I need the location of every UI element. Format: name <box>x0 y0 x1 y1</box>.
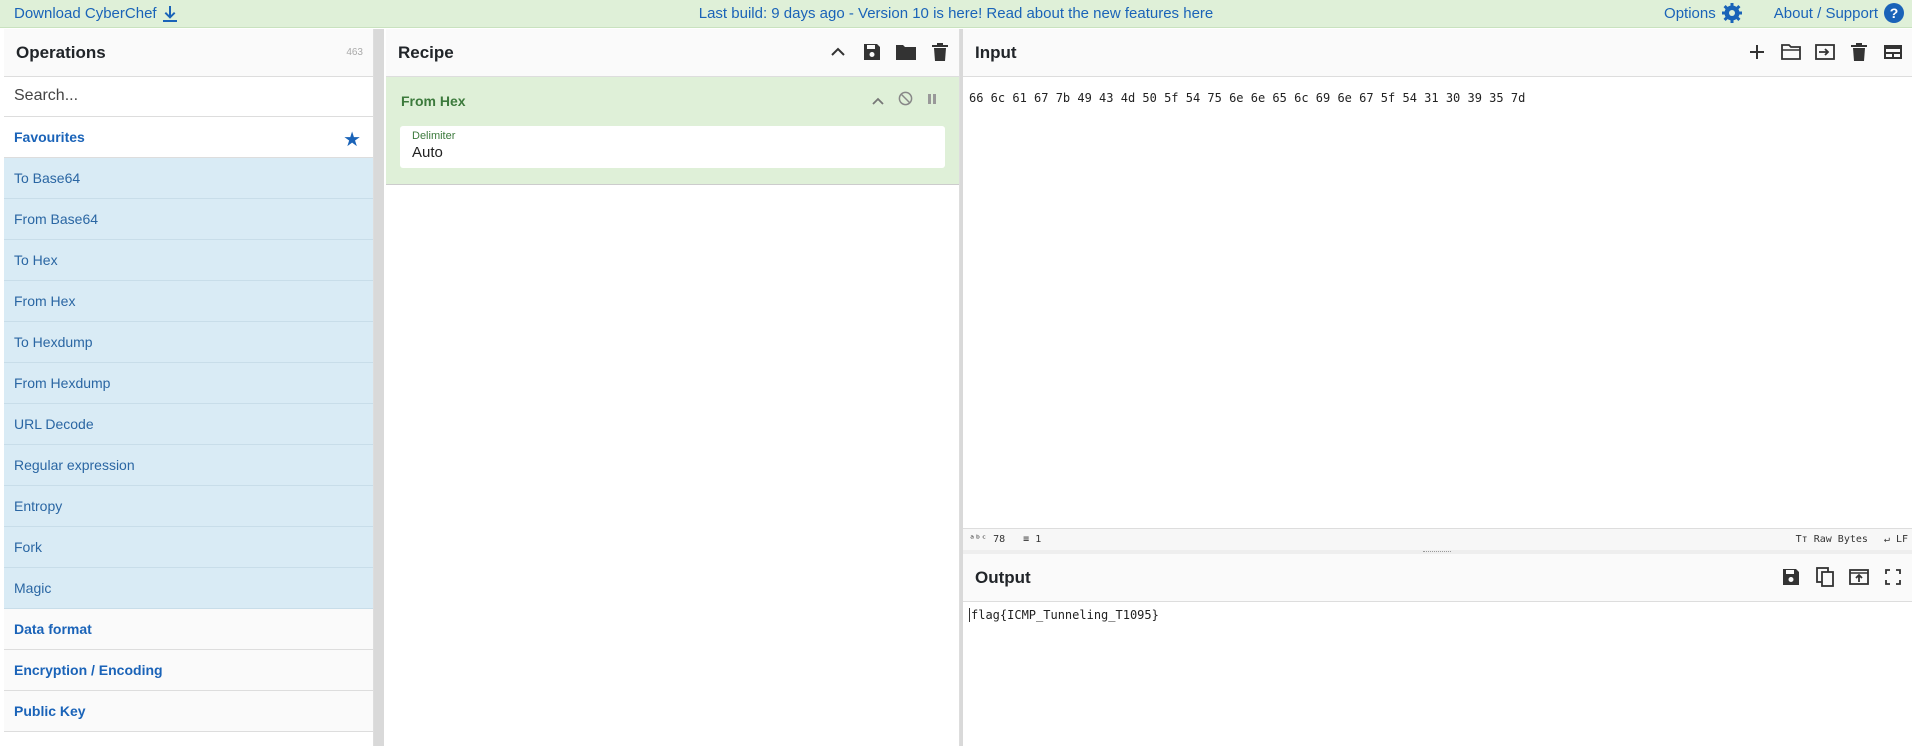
eol-value[interactable]: LF <box>1896 534 1908 545</box>
replace-input-icon[interactable] <box>1848 566 1870 588</box>
recipe-operation-from-hex[interactable]: From Hex Delimiter Auto <box>386 77 959 185</box>
trash-icon[interactable] <box>1848 41 1870 63</box>
output-text[interactable]: flag{ICMP_Tunneling_T1095} <box>969 608 1159 622</box>
recipe-title: Recipe <box>398 42 454 62</box>
op-to-hex[interactable]: To Hex <box>4 240 373 281</box>
layout-icon[interactable] <box>1882 41 1904 63</box>
encoding-selector[interactable]: Tт Raw Bytes <box>1796 534 1868 545</box>
char-count: ᵃᵇᶜ 78 <box>969 534 1005 545</box>
options-link[interactable]: Options <box>1664 5 1716 22</box>
delimiter-field[interactable]: Delimiter Auto <box>400 126 945 168</box>
folder-icon[interactable] <box>895 41 917 63</box>
input-text[interactable]: 66 6c 61 67 7b 49 43 4d 50 5f 54 75 6e 6… <box>969 91 1525 105</box>
maximize-icon[interactable] <box>1882 566 1904 588</box>
op-regular-expression[interactable]: Regular expression <box>4 445 373 486</box>
output-title: Output <box>975 567 1031 587</box>
op-from-hexdump[interactable]: From Hexdump <box>4 363 373 404</box>
io-panel: Input 66 6c 61 67 7b 49 43 4d 50 5f 54 7… <box>963 29 1912 746</box>
op-entropy[interactable]: Entropy <box>4 486 373 527</box>
delimiter-value[interactable]: Auto <box>412 144 933 161</box>
input-title: Input <box>975 42 1017 62</box>
op-to-hexdump[interactable]: To Hexdump <box>4 322 373 363</box>
category-data-format[interactable]: Data format <box>4 609 373 650</box>
recipe-header: Recipe <box>386 29 959 77</box>
lines-icon: ≡ <box>1023 534 1036 545</box>
operations-panel: Operations 463 Favourites ★ To Base64 Fr… <box>4 29 374 746</box>
splitter-grip[interactable] <box>1423 551 1451 553</box>
operations-title: Operations <box>16 42 106 62</box>
input-header: Input <box>963 29 1912 77</box>
op-from-hex[interactable]: From Hex <box>4 281 373 322</box>
op-url-decode[interactable]: URL Decode <box>4 404 373 445</box>
download-link[interactable]: Download CyberChef <box>14 5 177 22</box>
open-folder-icon[interactable] <box>1780 41 1802 63</box>
input-status-bar: ᵃᵇᶜ 78 ≡ 1 Tт Raw Bytes ↵ LF <box>963 528 1912 550</box>
category-label[interactable]: Favourites <box>14 129 85 145</box>
operations-count: 463 <box>346 47 363 58</box>
encoding-value[interactable]: Raw Bytes <box>1814 534 1868 545</box>
op-to-base64[interactable]: To Base64 <box>4 158 373 199</box>
gear-icon[interactable] <box>1721 3 1742 23</box>
eol-selector[interactable]: ↵ LF <box>1884 534 1908 545</box>
copy-icon[interactable] <box>1814 566 1836 588</box>
plus-icon[interactable] <box>1746 41 1768 63</box>
save-icon[interactable] <box>1780 566 1802 588</box>
search-box[interactable] <box>4 77 373 117</box>
disable-icon[interactable] <box>898 91 913 109</box>
op-magic[interactable]: Magic <box>4 568 373 609</box>
build-notice-link[interactable]: Last build: 9 days ago - Version 10 is h… <box>699 5 1214 22</box>
category-public-key[interactable]: Public Key <box>4 691 373 732</box>
delimiter-label: Delimiter <box>412 130 456 142</box>
return-icon[interactable]: ↵ <box>1884 534 1896 545</box>
operations-header: Operations 463 <box>4 29 373 77</box>
op-fork[interactable]: Fork <box>4 527 373 568</box>
recipe-operation-name: From Hex <box>401 93 466 109</box>
op-from-base64[interactable]: From Base64 <box>4 199 373 240</box>
text-size-icon[interactable]: Tт <box>1796 534 1814 545</box>
panel-gutter[interactable] <box>374 29 384 746</box>
about-support-link[interactable]: About / Support <box>1774 5 1878 22</box>
download-icon[interactable] <box>162 5 177 22</box>
line-count: ≡ 1 <box>1023 534 1041 545</box>
chevron-up-icon[interactable] <box>872 92 884 108</box>
category-encryption-encoding[interactable]: Encryption / Encoding <box>4 650 373 691</box>
top-banner: Download CyberChef Last build: 9 days ag… <box>0 0 1912 28</box>
line-count-value: 1 <box>1035 534 1042 545</box>
download-label[interactable]: Download CyberChef <box>14 5 157 22</box>
abc-icon: ᵃᵇᶜ <box>969 534 994 545</box>
recipe-panel: Recipe From Hex Delimiter Auto <box>386 29 960 746</box>
chevron-up-icon[interactable] <box>827 41 849 63</box>
pause-icon[interactable] <box>927 92 937 108</box>
output-header: Output <box>963 554 1912 602</box>
search-input[interactable] <box>14 87 363 105</box>
trash-icon[interactable] <box>929 41 951 63</box>
open-file-icon[interactable] <box>1814 41 1836 63</box>
help-icon[interactable]: ? <box>1884 3 1904 23</box>
input-editor[interactable]: 66 6c 61 67 7b 49 43 4d 50 5f 54 75 6e 6… <box>963 77 1912 527</box>
char-count-value: 78 <box>993 534 1006 545</box>
save-icon[interactable] <box>861 41 883 63</box>
star-icon[interactable]: ★ <box>343 127 361 152</box>
category-favourites[interactable]: Favourites ★ <box>4 117 373 158</box>
